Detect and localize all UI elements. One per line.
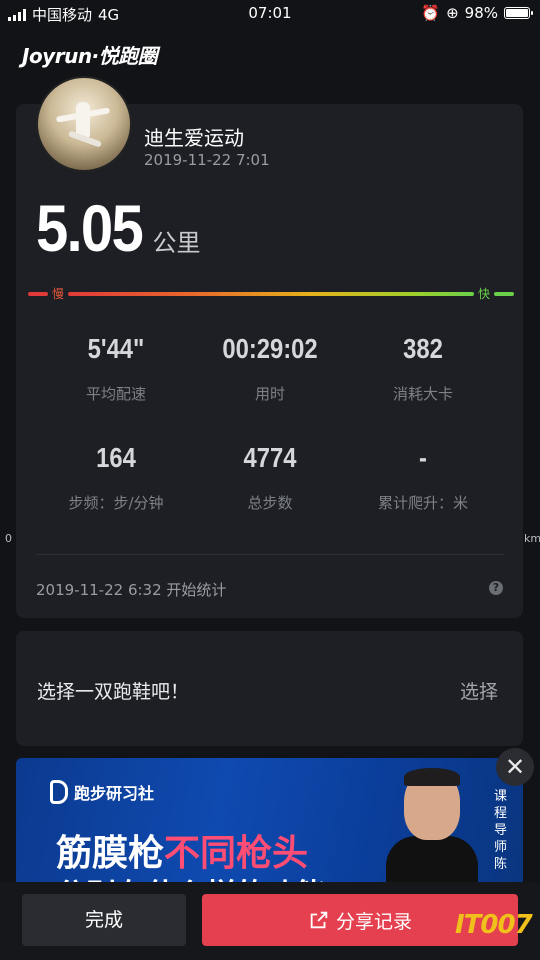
pace-fast-swatch	[494, 292, 514, 296]
ad-logo-icon	[50, 780, 68, 804]
help-icon[interactable]: ?	[489, 581, 503, 595]
app-brand-logo: Joyrun·悦跑圈	[22, 44, 158, 68]
edge-label-right: km	[524, 532, 540, 545]
stat-value: 164	[96, 442, 136, 473]
stat-avg-pace: 5'44" 平均配速	[36, 333, 196, 404]
ad-instructor-photo	[386, 768, 478, 898]
stat-value: 5'44"	[87, 333, 145, 364]
shoe-prompt: 选择一双跑鞋吧！	[37, 681, 190, 703]
ad-logo: 跑步研习社	[50, 780, 154, 804]
ad-instructor-tag: 课程导师 陈	[494, 789, 508, 872]
divider	[36, 554, 504, 555]
stat-cadence: 164 步频：步/分钟	[36, 442, 196, 513]
pace-gradient	[68, 292, 474, 296]
share-icon	[310, 911, 328, 929]
alarm-icon: ⏰	[421, 4, 441, 22]
battery-percent: 98%	[464, 4, 498, 22]
stat-value: 382	[403, 333, 443, 364]
watermark-logo: IT007	[455, 910, 533, 940]
done-button[interactable]: 完成	[22, 894, 186, 946]
distance-value: 5.05	[36, 191, 144, 265]
pace-slow-label: 慢	[52, 287, 65, 301]
status-right: ⏰ ⊕ 98%	[421, 4, 533, 22]
ad-brand-name: 跑步研习社	[74, 784, 155, 803]
ad-title: 筋膜枪不同枪头	[56, 824, 308, 876]
run-datetime: 2019-11-22 7:01	[144, 151, 270, 169]
ad-banner[interactable]: 跑步研习社 筋膜枪不同枪头 分别有什么样的功能? 课程导师 陈	[16, 758, 523, 898]
distance-unit: 公里	[152, 229, 201, 257]
pace-color-bar: 慢 快	[28, 287, 514, 301]
pace-slow-swatch	[28, 292, 48, 296]
shoe-select-button[interactable]: 选择	[460, 677, 498, 704]
close-icon[interactable]: ✕	[496, 748, 534, 786]
stat-label: 平均配速	[85, 385, 146, 403]
stat-calories: 382 消耗大卡	[343, 333, 503, 404]
stat-duration: 00:29:02 用时	[190, 333, 350, 404]
avatar[interactable]	[36, 76, 132, 172]
distance-display: 5.05 公里	[36, 190, 200, 266]
edge-label-left: 0	[5, 532, 12, 545]
stat-value: 00:29:02	[222, 333, 318, 364]
start-time-text: 2019-11-22 6:32 开始统计	[36, 581, 227, 599]
username[interactable]: 迪生爱运动	[144, 122, 244, 151]
rotation-lock-icon: ⊕	[446, 4, 459, 22]
status-bar: 中国移动 4G 07:01 ⏰ ⊕ 98%	[0, 0, 540, 26]
ad-title-highlight: 不同枪头	[164, 833, 309, 874]
stat-elevation-gain: - 累计爬升：米	[343, 442, 503, 513]
stat-label: 累计爬升：米	[377, 494, 468, 512]
share-button-label: 分享记录	[335, 910, 412, 933]
stat-value: -	[419, 442, 427, 473]
stat-label: 消耗大卡	[392, 385, 453, 403]
stat-value: 4774	[243, 442, 297, 473]
stat-label: 用时	[254, 385, 285, 403]
pace-fast-label: 快	[477, 287, 490, 301]
stat-label: 步频：步/分钟	[68, 494, 164, 512]
stat-total-steps: 4774 总步数	[190, 442, 350, 513]
ad-title-part: 筋膜枪	[56, 833, 165, 874]
battery-icon	[504, 7, 533, 19]
stat-label: 总步数	[247, 494, 293, 512]
